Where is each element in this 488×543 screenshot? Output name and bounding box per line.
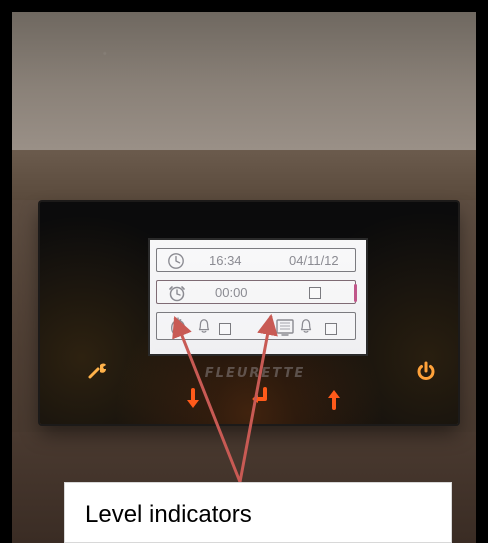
- current-date: 04/11/12: [289, 253, 339, 268]
- ceiling: [12, 12, 476, 150]
- down-arrow-icon: [187, 388, 199, 408]
- clock-icon: [168, 253, 184, 269]
- wall-band: [12, 150, 476, 200]
- enter-icon: [252, 387, 267, 403]
- alarm-checkbox: [309, 287, 321, 299]
- row-accent: [354, 284, 357, 302]
- current-time: 16:34: [209, 253, 242, 268]
- photo-frame: 16:34 04/11/12 00:00 FLEURETTE Level ind…: [0, 0, 488, 543]
- tomato-icon: [171, 317, 185, 336]
- status-checkbox-2: [325, 323, 337, 335]
- status-checkbox-1: [219, 323, 231, 335]
- bell-icon: [198, 319, 210, 333]
- lcd-row-alarm: 00:00: [156, 280, 357, 304]
- alarm-clock-icon: [169, 286, 185, 302]
- power-icon: [417, 361, 435, 381]
- bell-icon: [300, 319, 312, 333]
- brand-logo: FLEURETTE: [204, 366, 306, 381]
- annotation-callout: Level indicators: [64, 482, 452, 543]
- enter-button[interactable]: [248, 386, 270, 408]
- alarm-time: 00:00: [215, 285, 248, 300]
- lcd-display: 16:34 04/11/12 00:00: [148, 238, 368, 356]
- level-indicator-icon: [276, 319, 294, 336]
- photo: 16:34 04/11/12 00:00 FLEURETTE: [12, 12, 476, 543]
- control-panel: 16:34 04/11/12 00:00 FLEURETTE: [40, 202, 458, 424]
- lcd-row-clock: 16:34 04/11/12: [156, 248, 356, 272]
- settings-button[interactable]: [86, 359, 110, 383]
- annotation-label: Level indicators: [85, 501, 252, 528]
- down-button[interactable]: [185, 388, 201, 410]
- wrench-icon: [88, 363, 106, 379]
- up-button[interactable]: [326, 388, 342, 410]
- lcd-row-status: [156, 312, 356, 340]
- up-arrow-icon: [328, 390, 340, 410]
- power-button[interactable]: [414, 359, 438, 383]
